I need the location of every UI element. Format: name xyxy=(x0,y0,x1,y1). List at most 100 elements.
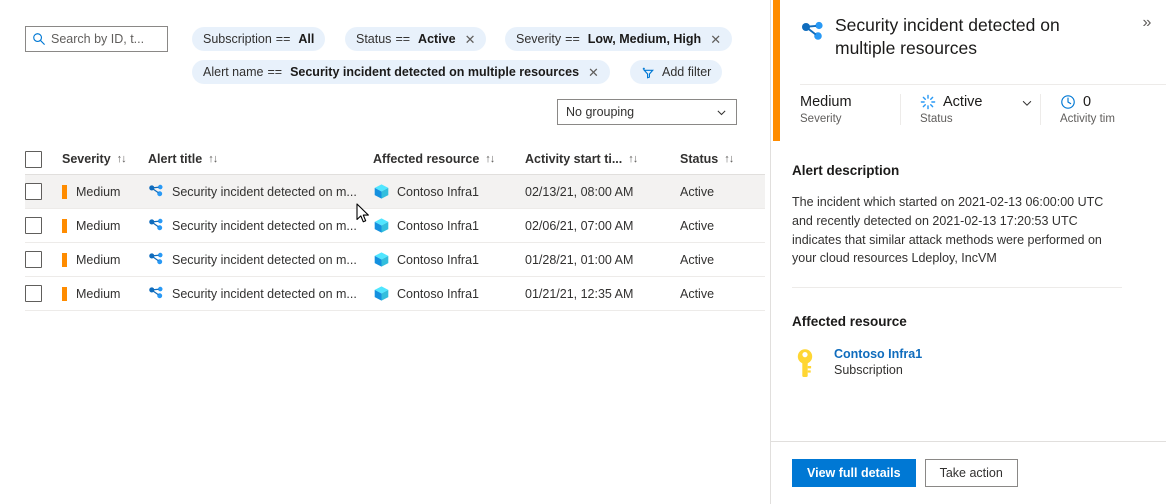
filter-chip-key: Status xyxy=(356,32,391,46)
meta-status[interactable]: Active Status xyxy=(900,94,1040,125)
filter-chip-remove-icon[interactable]: ✕ xyxy=(588,66,599,79)
section-divider xyxy=(792,287,1122,288)
add-filter-button[interactable]: Add filter xyxy=(630,60,722,84)
filter-chip-value: Security incident detected on multiple r… xyxy=(290,65,579,79)
column-header-status[interactable]: Status ↑↓ xyxy=(680,152,760,166)
column-header-activity-start-time[interactable]: Activity start ti... ↑↓ xyxy=(525,152,680,166)
filter-chip-alert-name[interactable]: Alert name == Security incident detected… xyxy=(192,60,610,84)
select-all-checkbox[interactable] xyxy=(25,151,42,168)
add-filter-label: Add filter xyxy=(662,65,711,79)
table-row[interactable]: Medium Security incident detected on m..… xyxy=(25,175,765,209)
affected-resource-link[interactable]: Contoso Infra1 xyxy=(834,347,922,361)
add-filter-icon xyxy=(641,65,656,80)
row-checkbox-cell xyxy=(25,251,58,268)
cell-affected-resource: Contoso Infra1 xyxy=(373,251,525,268)
filter-chip-subscription[interactable]: Subscription == All xyxy=(192,27,325,51)
column-header-label: Affected resource xyxy=(373,152,479,166)
row-checkbox[interactable] xyxy=(25,285,42,302)
cell-affected-resource: Contoso Infra1 xyxy=(373,217,525,234)
resource-name-text: Contoso Infra1 xyxy=(397,219,479,233)
app-root: Search by ID, t... Subscription == All S… xyxy=(0,0,1166,504)
chevron-down-icon[interactable] xyxy=(1020,96,1034,115)
alerts-list-pane: Search by ID, t... Subscription == All S… xyxy=(0,0,770,504)
filter-chip-operator: == xyxy=(565,32,580,46)
chevron-down-icon xyxy=(715,106,728,119)
search-input[interactable]: Search by ID, t... xyxy=(25,26,168,52)
cell-status: Active xyxy=(680,185,760,199)
resource-name-text: Contoso Infra1 xyxy=(397,253,479,267)
meta-severity-label: Severity xyxy=(800,113,886,125)
security-incident-icon xyxy=(800,19,826,45)
filter-chip-value: All xyxy=(298,32,314,46)
take-action-button[interactable]: Take action xyxy=(925,459,1018,487)
alert-detail-panel: » Security incident detected on multiple… xyxy=(770,0,1166,504)
alert-title-text: Security incident detected on m... xyxy=(172,253,357,267)
row-checkbox[interactable] xyxy=(25,251,42,268)
panel-title-block: Security incident detected on multiple r… xyxy=(800,14,1120,61)
cell-affected-resource: Contoso Infra1 xyxy=(373,285,525,302)
row-checkbox[interactable] xyxy=(25,217,42,234)
filter-chip-status[interactable]: Status == Active ✕ xyxy=(345,27,486,51)
security-incident-icon xyxy=(148,183,165,200)
meta-severity-value: Medium xyxy=(800,94,886,110)
cell-activity-start-time: 01/28/21, 01:00 AM xyxy=(525,253,680,267)
table-row[interactable]: Medium Security incident detected on m..… xyxy=(25,243,765,277)
table-row[interactable]: Medium Security incident detected on m..… xyxy=(25,209,765,243)
cell-affected-resource: Contoso Infra1 xyxy=(373,183,525,200)
cell-alert-title: Security incident detected on m... xyxy=(148,217,373,234)
cell-status: Active xyxy=(680,287,760,301)
grouping-select[interactable]: No grouping xyxy=(557,99,737,125)
alert-title-text: Security incident detected on m... xyxy=(172,287,357,301)
view-full-details-button[interactable]: View full details xyxy=(792,459,916,487)
resource-name-text: Contoso Infra1 xyxy=(397,185,479,199)
cell-status: Active xyxy=(680,253,760,267)
sort-icon[interactable]: ↑↓ xyxy=(628,153,637,165)
filter-chip-value: Active xyxy=(418,32,456,46)
expand-panel-icon[interactable]: » xyxy=(1136,12,1158,34)
sort-icon[interactable]: ↑↓ xyxy=(208,153,217,165)
filter-chip-operator: == xyxy=(276,32,291,46)
search-placeholder-text: Search by ID, t... xyxy=(51,32,144,46)
affected-resource-type: Subscription xyxy=(834,363,922,377)
meta-activity-label: Activity tim xyxy=(1060,113,1136,125)
table-row[interactable]: Medium Security incident detected on m..… xyxy=(25,277,765,311)
security-incident-icon xyxy=(148,285,165,302)
cell-severity: Medium xyxy=(58,253,148,267)
column-header-severity[interactable]: Severity ↑↓ xyxy=(58,152,148,166)
panel-body: Alert description The incident which sta… xyxy=(771,141,1166,441)
cell-activity-start-time: 02/13/21, 08:00 AM xyxy=(525,185,680,199)
column-header-label: Severity xyxy=(62,152,111,166)
sort-icon[interactable]: ↑↓ xyxy=(117,153,126,165)
severity-indicator-bar xyxy=(62,253,67,267)
filter-chip-severity[interactable]: Severity == Low, Medium, High ✕ xyxy=(505,27,732,51)
affected-resource-item[interactable]: Contoso Infra1 Subscription xyxy=(792,347,922,381)
column-header-affected-resource[interactable]: Affected resource ↑↓ xyxy=(373,152,525,166)
table-header-row: Severity ↑↓ Alert title ↑↓ Affected reso… xyxy=(25,144,765,175)
cell-activity-start-time: 02/06/21, 07:00 AM xyxy=(525,219,680,233)
grouping-selected-value: No grouping xyxy=(566,105,634,119)
sort-icon[interactable]: ↑↓ xyxy=(485,153,494,165)
meta-activity-value: 0 xyxy=(1083,94,1091,110)
affected-resource-heading: Affected resource xyxy=(792,314,907,329)
cell-severity: Medium xyxy=(58,185,148,199)
meta-status-label: Status xyxy=(920,113,1026,125)
row-checkbox-cell xyxy=(25,183,58,200)
filter-chip-remove-icon[interactable]: ✕ xyxy=(710,33,721,46)
filter-chip-key: Alert name xyxy=(203,65,263,79)
cell-alert-title: Security incident detected on m... xyxy=(148,251,373,268)
severity-text: Medium xyxy=(76,185,120,199)
row-checkbox[interactable] xyxy=(25,183,42,200)
severity-indicator-bar xyxy=(62,287,67,301)
resource-cube-icon xyxy=(373,183,390,200)
alert-title-text: Security incident detected on m... xyxy=(172,185,357,199)
panel-title: Security incident detected on multiple r… xyxy=(835,14,1120,61)
filter-chip-operator: == xyxy=(395,32,410,46)
sort-icon[interactable]: ↑↓ xyxy=(724,153,733,165)
column-header-alert-title[interactable]: Alert title ↑↓ xyxy=(148,152,373,166)
filter-chip-remove-icon[interactable]: ✕ xyxy=(465,33,476,46)
column-header-label: Activity start ti... xyxy=(525,152,622,166)
filter-chip-key: Subscription xyxy=(203,32,272,46)
cell-status: Active xyxy=(680,219,760,233)
column-header-label: Alert title xyxy=(148,152,202,166)
meta-activity-value-row: 0 xyxy=(1060,94,1136,110)
